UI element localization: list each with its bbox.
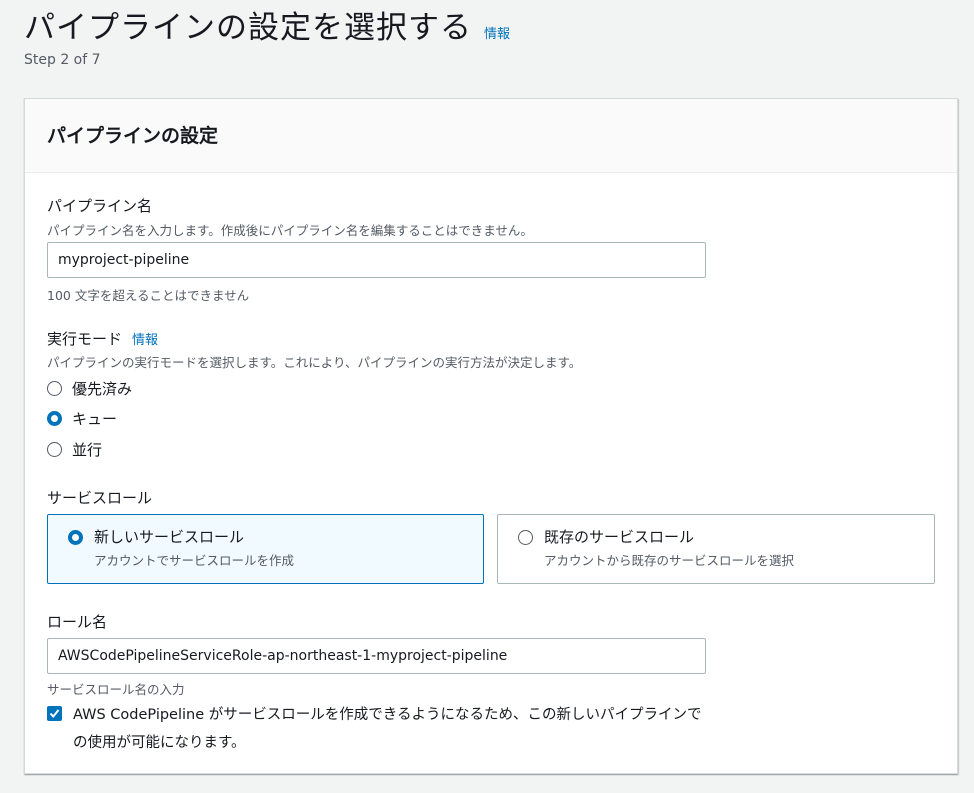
role-name-hint: サービスロール名の入力	[47, 682, 185, 697]
page-info-link[interactable]: 情報	[484, 23, 510, 42]
tile-description: アカウントでサービスロールを作成	[94, 553, 295, 568]
execution-mode-option-label: キュー	[72, 410, 118, 428]
panel-title: パイプラインの設定	[47, 125, 219, 147]
tile-title: 既存のサービスロール	[544, 528, 695, 546]
execution-mode-option-label: 優先済み	[72, 380, 133, 398]
radio-unchecked-icon[interactable]	[47, 442, 62, 457]
radio-unchecked-icon[interactable]	[47, 381, 62, 396]
pipeline-name-label: パイプライン名	[47, 197, 153, 215]
execution-mode-option-superseded[interactable]: 優先済み	[47, 378, 132, 399]
checkmark-icon	[49, 709, 60, 719]
tile-title: 新しいサービスロール	[94, 528, 245, 546]
step-indicator: Step 2 of 7	[24, 52, 101, 68]
tile-description: アカウントから既存のサービスロールを選択	[544, 553, 795, 568]
role-name-input[interactable]	[47, 638, 706, 674]
execution-mode-option-queued[interactable]: キュー	[47, 408, 117, 429]
execution-mode-label: 実行モード	[47, 330, 123, 348]
execution-mode-description: パイプラインの実行モードを選択します。これにより、パイプラインの実行方法が決定し…	[47, 355, 582, 370]
pipeline-name-input[interactable]	[47, 242, 706, 278]
service-role-label: サービスロール	[47, 489, 153, 507]
radio-checked-icon[interactable]	[47, 411, 62, 426]
pipeline-name-description: パイプライン名を入力します。作成後にパイプライン名を編集することはできません。	[47, 223, 533, 238]
pipeline-name-constraint: 100 文字を超えることはできません	[47, 288, 250, 303]
consent-checkbox[interactable]	[47, 706, 62, 721]
role-name-label: ロール名	[47, 613, 108, 631]
service-role-tile-existing[interactable]: 既存のサービスロール アカウントから既存のサービスロールを選択	[497, 514, 935, 584]
execution-mode-info-link[interactable]: 情報	[132, 329, 158, 348]
panel-header: パイプラインの設定	[25, 99, 957, 173]
radio-unchecked-icon[interactable]	[518, 530, 533, 545]
page-title-row: パイプラインの設定を選択する 情報	[24, 2, 510, 47]
service-role-tile-new[interactable]: 新しいサービスロール アカウントでサービスロールを作成	[47, 514, 484, 584]
execution-mode-label-row: 実行モード 情報	[47, 328, 158, 349]
pipeline-settings-panel: パイプラインの設定 パイプライン名 パイプライン名を入力します。作成後にパイプラ…	[24, 98, 958, 774]
execution-mode-option-parallel[interactable]: 並行	[47, 439, 102, 460]
consent-text: AWS CodePipeline がサービスロールを作成できるようになるため、こ…	[73, 707, 702, 751]
page-title: パイプラインの設定を選択する	[24, 10, 472, 46]
radio-checked-icon[interactable]	[68, 530, 83, 545]
execution-mode-option-label: 並行	[72, 441, 103, 459]
